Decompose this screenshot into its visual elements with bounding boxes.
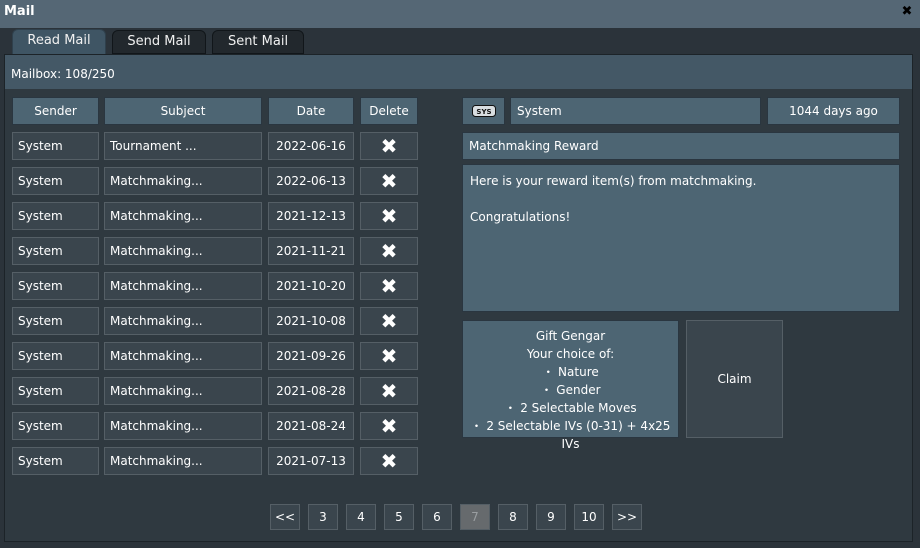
row-sender[interactable]: System	[12, 202, 99, 230]
row-date[interactable]: 2021-10-20	[268, 272, 354, 300]
sender-badge-icon: SYS	[462, 97, 505, 125]
page-button[interactable]: 3	[308, 504, 338, 530]
row-subject[interactable]: Tournament ...	[104, 132, 262, 160]
message-body-line: Here is your reward item(s) from matchma…	[470, 174, 757, 188]
delete-column-header[interactable]: Delete	[360, 97, 418, 125]
delete-mail-button[interactable]: ✖	[360, 342, 418, 370]
message-body: Here is your reward item(s) from matchma…	[462, 164, 900, 312]
gift-option: ・ Gender	[540, 383, 601, 397]
row-date[interactable]: 2021-12-13	[268, 202, 354, 230]
mailbox-count: Mailbox: 108/250	[11, 67, 115, 81]
gift-option: ・ 2 Selectable IVs (0-31) + 4x25 IVs	[470, 419, 671, 451]
gift-option: ・ 2 Selectable Moves	[504, 401, 637, 415]
close-icon[interactable]: ✖	[900, 5, 914, 19]
row-date[interactable]: 2021-08-28	[268, 377, 354, 405]
row-sender[interactable]: System	[12, 307, 99, 335]
row-subject[interactable]: Matchmaking...	[104, 272, 262, 300]
row-subject[interactable]: Matchmaking...	[104, 237, 262, 265]
row-sender[interactable]: System	[12, 342, 99, 370]
row-date[interactable]: 2022-06-13	[268, 167, 354, 195]
message-sender: System	[510, 97, 761, 125]
row-sender[interactable]: System	[12, 377, 99, 405]
delete-mail-button[interactable]: ✖	[360, 167, 418, 195]
row-subject[interactable]: Matchmaking...	[104, 447, 262, 475]
delete-mail-button[interactable]: ✖	[360, 272, 418, 300]
row-date[interactable]: 2021-10-08	[268, 307, 354, 335]
tab-send-mail[interactable]: Send Mail	[112, 30, 206, 54]
last-page-button[interactable]: >>	[612, 504, 642, 530]
delete-mail-button[interactable]: ✖	[360, 307, 418, 335]
mailbox-bar: Mailbox: 108/250	[5, 55, 912, 89]
message-body-line: Congratulations!	[470, 210, 571, 224]
row-subject[interactable]: Matchmaking...	[104, 202, 262, 230]
page-button[interactable]: 6	[422, 504, 452, 530]
gift-item-card: Gift Gengar Your choice of: ・ Nature ・ G…	[462, 320, 679, 451]
page-button[interactable]: 4	[346, 504, 376, 530]
row-sender[interactable]: System	[12, 447, 99, 475]
row-subject[interactable]: Matchmaking...	[104, 342, 262, 370]
row-sender[interactable]: System	[12, 272, 99, 300]
window-titlebar: Mail ✖	[0, 0, 920, 28]
row-subject[interactable]: Matchmaking...	[104, 167, 262, 195]
delete-mail-button[interactable]: ✖	[360, 447, 418, 475]
row-date[interactable]: 2021-09-26	[268, 342, 354, 370]
delete-mail-button[interactable]: ✖	[360, 132, 418, 160]
gift-title: Gift Gengar	[535, 329, 606, 343]
svg-text:SYS: SYS	[476, 108, 491, 116]
message-age: 1044 days ago	[767, 97, 900, 125]
subject-column-header[interactable]: Subject	[104, 97, 262, 125]
row-date[interactable]: 2022-06-16	[268, 132, 354, 160]
page-button[interactable]: 7	[460, 504, 490, 530]
row-sender[interactable]: System	[12, 132, 99, 160]
delete-mail-button[interactable]: ✖	[360, 377, 418, 405]
row-sender[interactable]: System	[12, 167, 99, 195]
row-sender[interactable]: System	[12, 237, 99, 265]
row-date[interactable]: 2021-08-24	[268, 412, 354, 440]
page-button[interactable]: 10	[574, 504, 604, 530]
tab-sent-mail[interactable]: Sent Mail	[212, 30, 304, 54]
date-column-header[interactable]: Date	[268, 97, 354, 125]
delete-mail-button[interactable]: ✖	[360, 202, 418, 230]
tab-read-mail[interactable]: Read Mail	[12, 29, 106, 55]
row-date[interactable]: 2021-11-21	[268, 237, 354, 265]
claim-button[interactable]: Claim	[686, 320, 783, 438]
gift-subtitle: Your choice of:	[526, 347, 615, 361]
delete-mail-button[interactable]: ✖	[360, 412, 418, 440]
window-title: Mail	[4, 4, 35, 19]
row-subject[interactable]: Matchmaking...	[104, 412, 262, 440]
row-sender[interactable]: System	[12, 412, 99, 440]
row-subject[interactable]: Matchmaking...	[104, 307, 262, 335]
sender-column-header[interactable]: Sender	[12, 97, 99, 125]
delete-mail-button[interactable]: ✖	[360, 237, 418, 265]
first-page-button[interactable]: <<	[270, 504, 300, 530]
message-subject: Matchmaking Reward	[462, 132, 900, 160]
gift-option: ・ Nature	[542, 365, 599, 379]
page-button[interactable]: 9	[536, 504, 566, 530]
page-button[interactable]: 8	[498, 504, 528, 530]
row-subject[interactable]: Matchmaking...	[104, 377, 262, 405]
row-date[interactable]: 2021-07-13	[268, 447, 354, 475]
message-body-spacer	[470, 190, 892, 208]
page-button[interactable]: 5	[384, 504, 414, 530]
